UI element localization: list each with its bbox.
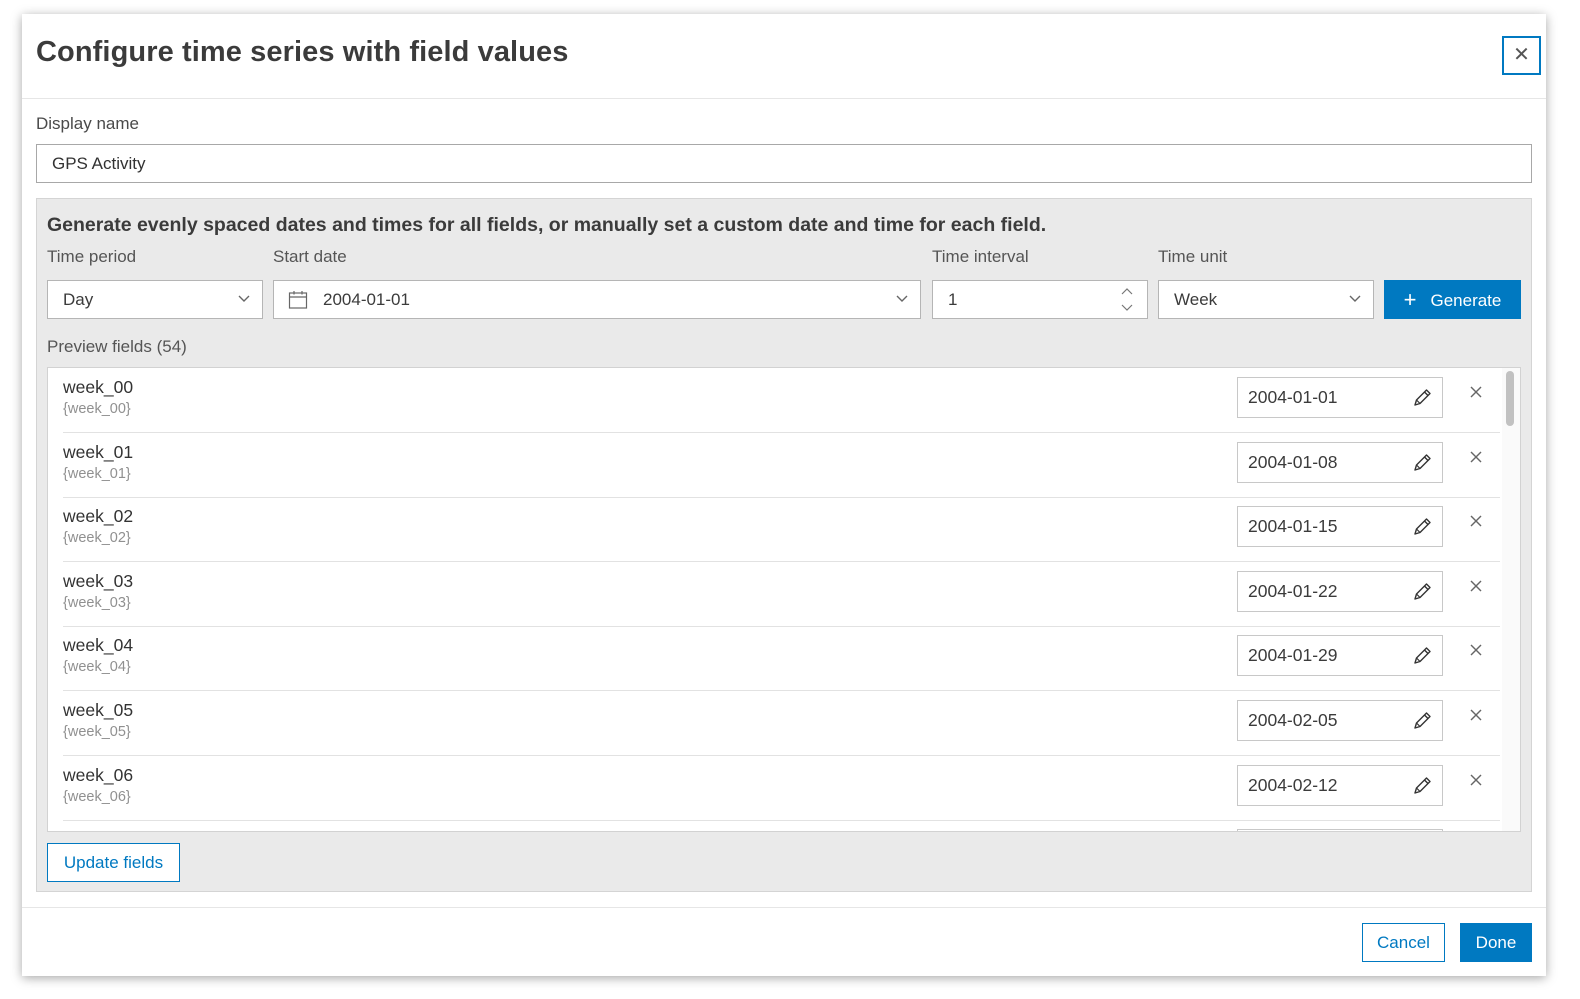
preview-fields-label: Preview fields (54) [47, 337, 187, 356]
update-fields-button[interactable]: Update fields [47, 843, 180, 882]
start-date-value: 2004-01-01 [323, 290, 410, 309]
field-date-value: 2004-01-29 [1248, 645, 1338, 666]
pencil-icon[interactable] [1412, 710, 1433, 731]
scrollbar[interactable] [1502, 368, 1520, 831]
pencil-icon[interactable] [1412, 387, 1433, 408]
done-button[interactable]: Done [1460, 923, 1532, 962]
field-name: week_05 [63, 700, 134, 720]
field-token: {week_03} [63, 594, 131, 611]
close-button[interactable]: ✕ [1502, 36, 1541, 75]
field-date-value: 2004-01-15 [1248, 516, 1338, 537]
chevron-down-icon [896, 295, 908, 302]
field-token: {week_02} [63, 530, 131, 547]
remove-field-icon[interactable] [1469, 708, 1483, 722]
field-row: week_02 {week_02} 2004-01-15 [63, 497, 1500, 563]
time-period-label: Time period [47, 247, 137, 266]
time-period-value: Day [63, 290, 94, 309]
field-name: week_01 [63, 441, 134, 462]
field-date-input[interactable] [1237, 829, 1443, 831]
remove-field-icon[interactable] [1469, 773, 1483, 787]
close-icon: ✕ [1513, 44, 1530, 66]
time-interval-label: Time interval [932, 247, 1029, 266]
field-token: {week_06} [63, 788, 131, 805]
remove-field-icon[interactable] [1469, 385, 1483, 399]
remove-field-icon[interactable] [1469, 450, 1483, 464]
dialog-title: Configure time series with field values [36, 36, 569, 68]
scrollbar-thumb[interactable] [1506, 371, 1514, 426]
field-token: {week_01} [63, 465, 131, 482]
plus-icon: + [1403, 287, 1417, 312]
time-unit-select[interactable]: Week [1158, 280, 1374, 319]
field-date-value: 2004-01-08 [1248, 451, 1338, 472]
field-row: week_04 {week_04} 2004-01-29 [63, 626, 1500, 692]
field-row: week_03 {week_03} 2004-01-22 [63, 562, 1500, 627]
remove-field-icon[interactable] [1469, 579, 1483, 593]
start-date-picker[interactable]: 2004-01-01 [273, 280, 921, 319]
cancel-button[interactable]: Cancel [1362, 923, 1445, 962]
pencil-icon[interactable] [1412, 516, 1433, 537]
time-interval-value: 1 [948, 290, 958, 309]
field-row [63, 820, 1500, 831]
field-date-value: 2004-01-01 [1248, 387, 1338, 407]
chevron-down-icon [1349, 295, 1361, 302]
pencil-icon[interactable] [1412, 581, 1433, 602]
field-date-input[interactable]: 2004-01-22 [1237, 570, 1443, 612]
field-name: week_02 [63, 506, 134, 527]
field-date-input[interactable]: 2004-01-08 [1237, 441, 1443, 483]
time-series-generator-panel: Generate evenly spaced dates and times f… [36, 198, 1532, 892]
field-row: week_05 {week_05} 2004-02-05 [63, 691, 1500, 756]
field-name: week_04 [63, 635, 134, 656]
chevron-down-icon [238, 295, 250, 302]
field-date-input[interactable]: 2004-01-01 [1237, 377, 1443, 418]
field-row: week_06 {week_06} 2004-02-12 [63, 756, 1500, 821]
field-token: {week_00} [63, 401, 131, 417]
display-name-label: Display name [36, 114, 139, 133]
field-date-input[interactable]: 2004-02-05 [1237, 700, 1443, 741]
field-date-input[interactable]: 2004-01-15 [1237, 506, 1443, 548]
generate-button[interactable]: + Generate [1384, 280, 1521, 319]
footer-divider [22, 907, 1546, 908]
generator-instructions: Generate evenly spaced dates and times f… [47, 214, 1047, 236]
pencil-icon[interactable] [1412, 645, 1433, 666]
field-date-value: 2004-02-12 [1248, 774, 1338, 795]
configure-time-series-dialog: Configure time series with field values … [22, 14, 1546, 976]
field-token: {week_04} [63, 659, 131, 676]
field-date-value: 2004-01-22 [1248, 580, 1338, 601]
time-interval-input[interactable]: 1 [932, 280, 1148, 319]
field-token: {week_05} [63, 724, 131, 740]
calendar-icon [288, 291, 308, 309]
field-row: week_00 {week_00} 2004-01-01 [63, 368, 1500, 433]
field-name: week_00 [63, 377, 134, 397]
remove-field-icon[interactable] [1469, 514, 1483, 528]
field-date-input[interactable]: 2004-02-12 [1237, 764, 1443, 806]
pencil-icon[interactable] [1412, 775, 1433, 796]
pencil-icon[interactable] [1412, 452, 1433, 473]
dialog-header: Configure time series with field values … [22, 14, 1546, 99]
preview-fields-list[interactable]: week_06 {week_06} 2004-02-12 week_05 {week_0… [47, 367, 1521, 832]
field-name: week_06 [63, 764, 134, 785]
field-row: week_01 {week_01} 2004-01-08 [63, 433, 1500, 498]
generate-label: Generate [1430, 291, 1502, 310]
time-period-select[interactable]: Day [47, 280, 263, 319]
field-date-input[interactable]: 2004-01-29 [1237, 635, 1443, 677]
remove-field-icon[interactable] [1469, 643, 1483, 657]
start-date-label: Start date [273, 247, 347, 266]
time-unit-label: Time unit [1158, 247, 1228, 266]
time-unit-value: Week [1174, 290, 1218, 309]
field-date-value: 2004-02-05 [1248, 710, 1338, 730]
stepper-icon[interactable] [1121, 286, 1133, 313]
field-name: week_03 [63, 570, 134, 591]
display-name-input[interactable] [36, 144, 1532, 183]
